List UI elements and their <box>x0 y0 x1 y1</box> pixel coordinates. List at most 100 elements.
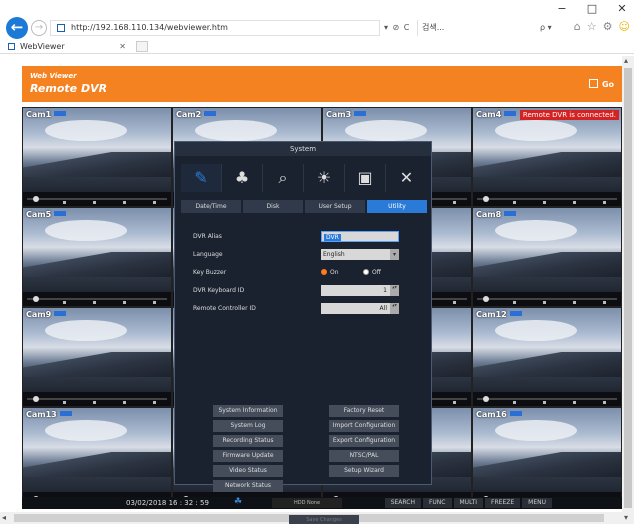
timeline-marker[interactable] <box>483 296 489 302</box>
camera-name: Cam2 <box>176 110 202 119</box>
dvr-status-bar: 03/02/2018 16 : 32 : 59 ☘ HDD None SEARC… <box>22 497 622 509</box>
ntsc-pal-button[interactable]: NTSC/PAL <box>329 450 399 462</box>
sky-cloud <box>495 219 577 242</box>
go-label: Go <box>601 80 614 89</box>
dvr-alias-label: DVR Alias <box>193 233 222 240</box>
feedback-smiley-icon[interactable]: ☺ <box>619 20 630 33</box>
search-button[interactable]: SEARCH <box>384 498 421 508</box>
timeline-marker[interactable] <box>483 396 489 402</box>
timeline-bar[interactable] <box>477 398 617 400</box>
timeline-bar[interactable] <box>27 398 167 400</box>
timeline-tick <box>573 401 576 404</box>
recording-status-button[interactable]: Recording Status <box>213 435 283 447</box>
storage-icon[interactable]: ▣ <box>345 164 386 192</box>
remote-id-stepper[interactable]: All <box>321 303 399 314</box>
playback-controls <box>23 292 171 306</box>
timeline-tick <box>513 401 516 404</box>
system-log-button[interactable]: System Log <box>213 420 283 432</box>
camera-tile[interactable]: Cam16 <box>472 407 622 507</box>
go-button[interactable]: Go <box>588 79 614 89</box>
buzzer-on-radio[interactable]: On <box>321 266 339 279</box>
timeline-tick <box>453 201 456 204</box>
search-icon[interactable]: ρ ▾ <box>540 23 552 32</box>
timeline-tick <box>153 201 156 204</box>
func-button[interactable]: FUNC <box>422 498 452 508</box>
camera-tile[interactable]: Cam1 <box>22 107 172 207</box>
tab-webviewer[interactable]: WebViewer ✕ <box>6 40 134 54</box>
timeline-marker[interactable] <box>33 196 39 202</box>
mountain-ridge <box>23 352 171 377</box>
vertical-scrollbar[interactable]: ▴ ▾ <box>622 56 634 524</box>
scroll-down-icon[interactable]: ▾ <box>624 513 628 522</box>
camera-name: Cam13 <box>26 410 57 419</box>
timeline-tick <box>93 401 96 404</box>
network-icon[interactable]: ♣ <box>222 164 263 192</box>
brand-line2: Remote DVR <box>30 82 108 95</box>
system-information-button[interactable]: System Information <box>213 405 283 417</box>
alarm-icon[interactable]: ☀ <box>304 164 345 192</box>
tab-date-time[interactable]: Date/Time <box>181 200 241 213</box>
setup-wizard-button[interactable]: Setup Wizard <box>329 465 399 477</box>
search-input[interactable]: 검색... <box>417 20 527 36</box>
home-icon[interactable]: ⌂ <box>574 20 581 33</box>
tab-disk[interactable]: Disk <box>243 200 303 213</box>
camera-tile[interactable]: Cam4 Remote DVR is connected. <box>472 107 622 207</box>
settings-gear-icon[interactable]: ⚙ <box>603 20 613 33</box>
vertical-scroll-thumb[interactable] <box>624 68 632 508</box>
sky-cloud <box>495 119 577 142</box>
camera-icon[interactable]: ⌕ <box>263 164 304 192</box>
forward-button[interactable]: → <box>31 20 47 36</box>
language-select[interactable]: English <box>321 249 399 260</box>
timeline-bar[interactable] <box>477 298 617 300</box>
scroll-left-icon[interactable]: ◂ <box>2 513 6 522</box>
network-status-button[interactable]: Network Status <box>213 480 283 492</box>
dialog-close-icon[interactable]: ✕ <box>386 164 427 192</box>
scroll-up-icon[interactable]: ▴ <box>624 56 628 65</box>
tab-utility[interactable]: Utility <box>367 200 427 213</box>
freeze-button[interactable]: FREEZE <box>485 498 521 508</box>
tab-user-setup[interactable]: User Setup <box>305 200 365 213</box>
buzzer-off-radio[interactable]: Off <box>363 266 381 279</box>
camera-tile[interactable]: Cam12 <box>472 307 622 407</box>
timeline-tick <box>453 301 456 304</box>
datetime-display: 03/02/2018 16 : 32 : 59 <box>126 499 209 507</box>
remote-id-row: Remote Controller ID All <box>193 302 403 320</box>
back-button[interactable]: ← <box>6 17 28 39</box>
sky-cloud <box>45 119 127 142</box>
tab-close-icon[interactable]: ✕ <box>119 40 126 53</box>
recording-indicator-icon <box>354 111 367 116</box>
dvr-alias-field[interactable]: DVR <box>321 231 399 242</box>
camera-tile[interactable]: Cam13 <box>22 407 172 507</box>
wrench-icon[interactable]: ✎ <box>181 164 222 192</box>
language-row: Language English <box>193 248 403 266</box>
export-config-button[interactable]: Export Configuration <box>329 435 399 447</box>
favorites-icon[interactable]: ☆ <box>587 20 597 33</box>
new-tab-button[interactable] <box>136 41 148 52</box>
timeline-marker[interactable] <box>483 196 489 202</box>
timeline-bar[interactable] <box>27 198 167 200</box>
browser-tab-strip: WebViewer ✕ <box>0 40 634 54</box>
camera-name: Cam4 <box>476 110 502 119</box>
video-status-button[interactable]: Video Status <box>213 465 283 477</box>
camera-tile[interactable]: Cam8 <box>472 207 622 307</box>
recording-indicator-icon <box>59 411 72 416</box>
address-controls[interactable]: ▾ ⊘ C <box>384 23 410 32</box>
timeline-bar[interactable] <box>477 198 617 200</box>
import-config-button[interactable]: Import Configuration <box>329 420 399 432</box>
camera-tile[interactable]: Cam9 <box>22 307 172 407</box>
timeline-tick <box>123 401 126 404</box>
firmware-update-button[interactable]: Firmware Update <box>213 450 283 462</box>
keyboard-id-stepper[interactable]: 1 <box>321 285 399 296</box>
address-bar[interactable]: http://192.168.110.134/webviewer.htm <box>50 20 380 36</box>
menu-button[interactable]: MENU <box>522 498 552 508</box>
camera-label: Cam12 <box>476 310 522 319</box>
timeline-bar[interactable] <box>27 298 167 300</box>
browser-nav-bar: ← → http://192.168.110.134/webviewer.htm… <box>0 14 634 40</box>
factory-reset-button[interactable]: Factory Reset <box>329 405 399 417</box>
camera-tile[interactable]: Cam5 <box>22 207 172 307</box>
multi-button[interactable]: MULTI <box>453 498 484 508</box>
timeline-marker[interactable] <box>33 296 39 302</box>
mountain-ridge <box>23 252 171 277</box>
timeline-marker[interactable] <box>33 396 39 402</box>
playback-controls <box>473 292 621 306</box>
